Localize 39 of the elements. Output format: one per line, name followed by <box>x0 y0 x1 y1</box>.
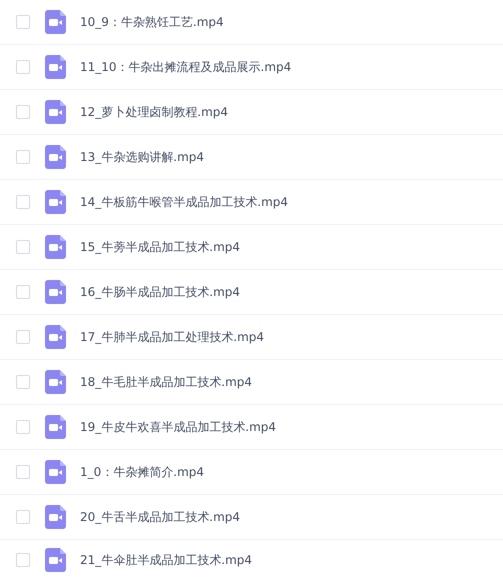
video-file-icon <box>45 415 66 439</box>
video-file-icon <box>45 235 66 259</box>
file-name[interactable]: 18_牛毛肚半成品加工技术.mp4 <box>80 373 252 391</box>
file-name[interactable]: 17_牛肺半成品加工处理技术.mp4 <box>80 328 264 346</box>
file-name[interactable]: 10_9：牛杂熟饪工艺.mp4 <box>80 13 224 31</box>
video-file-icon <box>45 190 66 214</box>
video-file-icon <box>45 548 66 572</box>
checkbox[interactable] <box>16 553 30 567</box>
checkbox[interactable] <box>16 375 30 389</box>
video-file-icon <box>45 325 66 349</box>
checkbox[interactable] <box>16 60 30 74</box>
file-name[interactable]: 1_0：牛杂摊简介.mp4 <box>80 463 204 481</box>
file-name[interactable]: 21_牛伞肚半成品加工技术.mp4 <box>80 551 252 569</box>
video-file-icon <box>45 100 66 124</box>
checkbox[interactable] <box>16 15 30 29</box>
file-name[interactable]: 12_萝卜处理卤制教程.mp4 <box>80 103 228 121</box>
checkbox[interactable] <box>16 240 30 254</box>
file-name[interactable]: 11_10：牛杂出摊流程及成品展示.mp4 <box>80 58 292 76</box>
checkbox[interactable] <box>16 420 30 434</box>
video-file-icon <box>45 145 66 169</box>
checkbox[interactable] <box>16 195 30 209</box>
file-name[interactable]: 19_牛皮牛欢喜半成品加工技术.mp4 <box>80 418 276 436</box>
checkbox[interactable] <box>16 330 30 344</box>
video-file-icon <box>45 280 66 304</box>
video-file-icon <box>45 460 66 484</box>
video-file-icon <box>45 55 66 79</box>
video-file-icon <box>45 10 66 34</box>
file-name[interactable]: 14_牛板筋牛喉管半成品加工技术.mp4 <box>80 193 288 211</box>
file-name[interactable]: 20_牛舌半成品加工技术.mp4 <box>80 508 240 526</box>
checkbox[interactable] <box>16 465 30 479</box>
file-name[interactable]: 16_牛肠半成品加工技术.mp4 <box>80 283 240 301</box>
checkbox[interactable] <box>16 285 30 299</box>
video-file-icon <box>45 370 66 394</box>
checkbox[interactable] <box>16 150 30 164</box>
checkbox[interactable] <box>16 105 30 119</box>
video-file-icon <box>45 505 66 529</box>
file-name[interactable]: 13_牛杂选购讲解.mp4 <box>80 148 204 166</box>
checkbox[interactable] <box>16 510 30 524</box>
file-name[interactable]: 15_牛蒡半成品加工技术.mp4 <box>80 238 240 256</box>
